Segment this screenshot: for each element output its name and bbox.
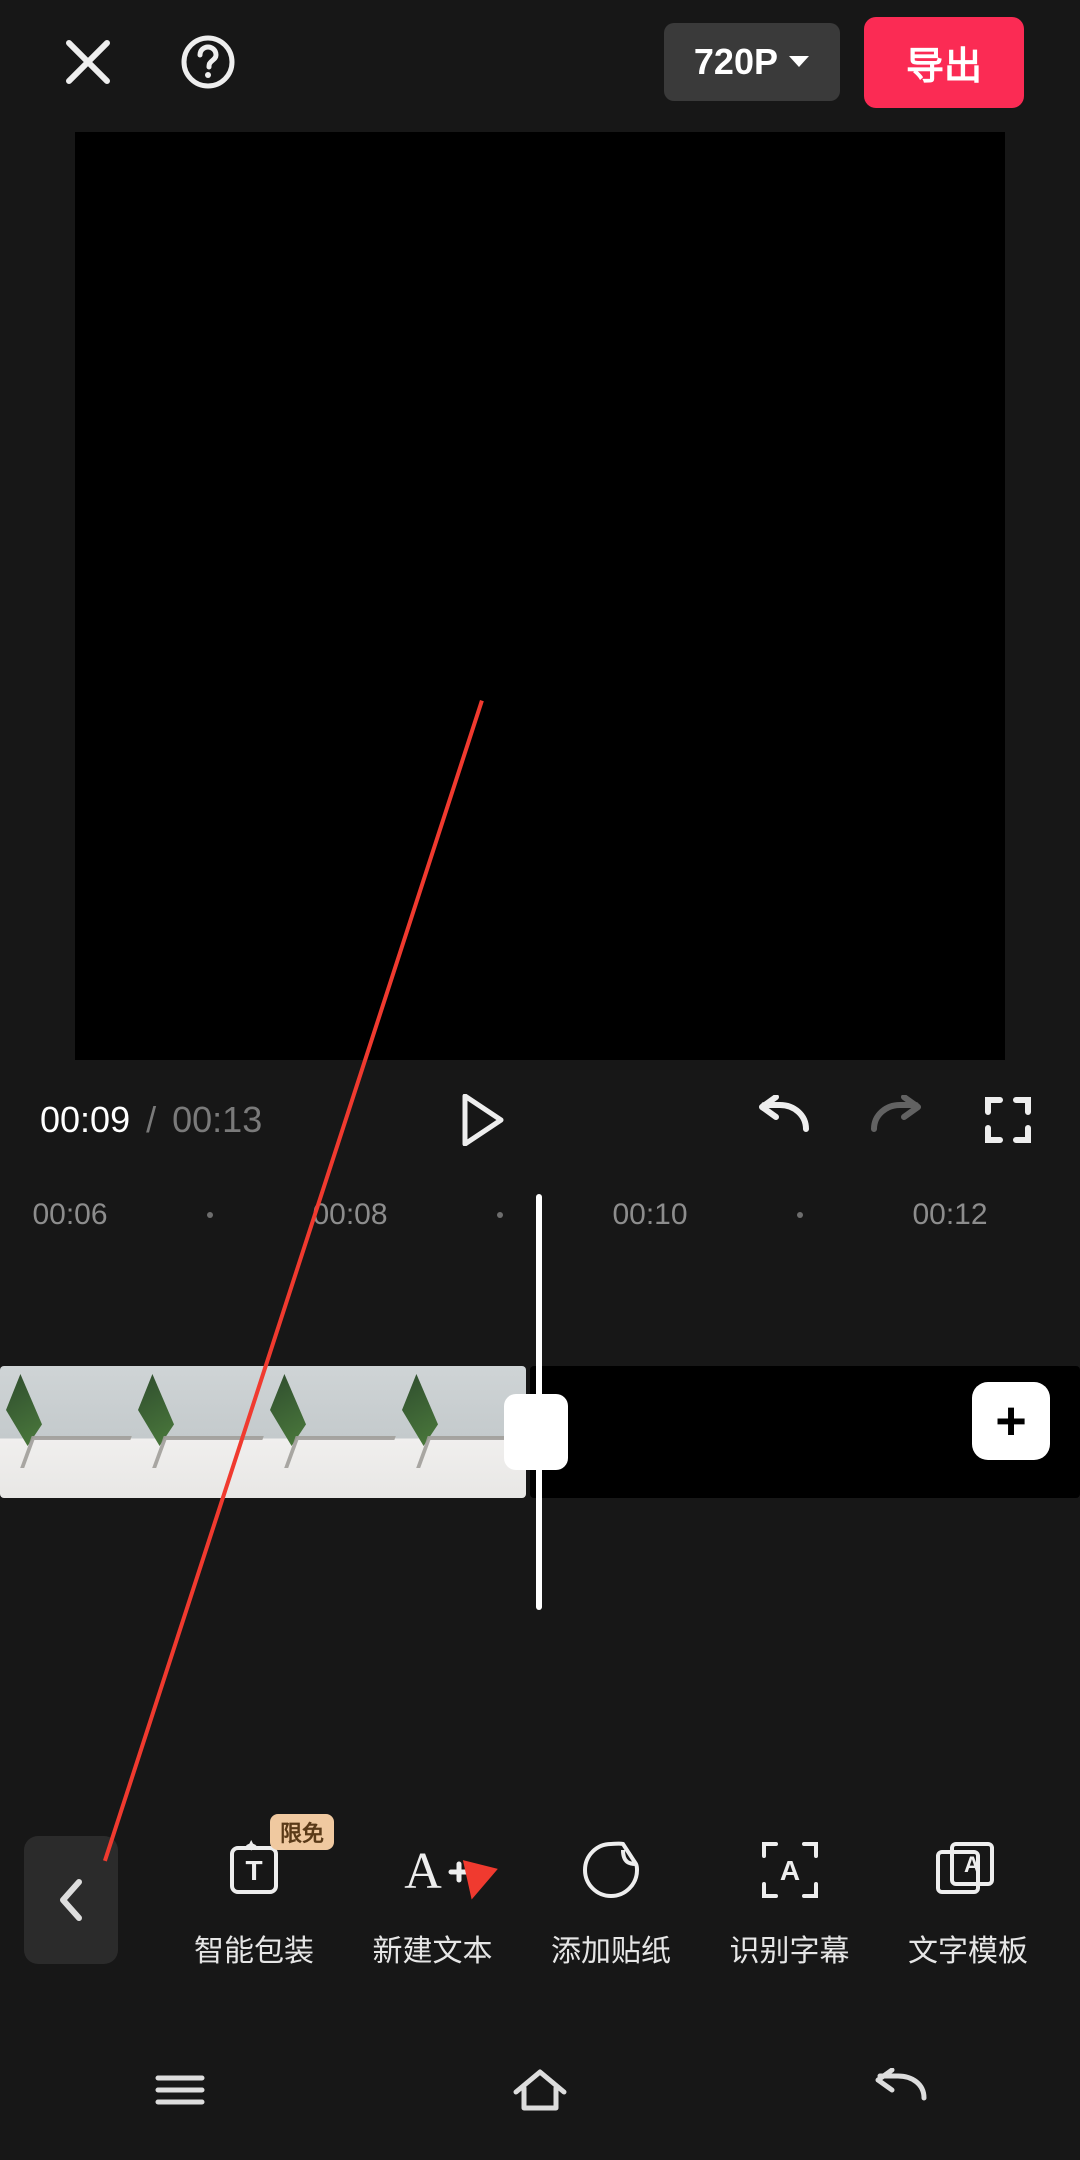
play-button[interactable] bbox=[451, 1088, 515, 1152]
svg-text:A: A bbox=[779, 1855, 799, 1886]
tool-auto-caption[interactable]: A 识别字幕 bbox=[702, 1830, 878, 1970]
tool-new-text[interactable]: A 新建文本 bbox=[345, 1830, 521, 1970]
ruler-label: 00:10 bbox=[612, 1198, 687, 1232]
help-icon bbox=[181, 35, 235, 89]
tool-label: 新建文本 bbox=[373, 1926, 493, 1970]
resolution-label: 720P bbox=[694, 41, 778, 83]
top-bar: 720P 导出 bbox=[0, 0, 1080, 124]
caption-scan-icon: A bbox=[758, 1830, 822, 1910]
svg-text:A: A bbox=[404, 1843, 442, 1900]
tool-label: 添加贴纸 bbox=[551, 1926, 671, 1970]
video-preview[interactable] bbox=[75, 132, 1005, 1060]
plus-icon: + bbox=[995, 1390, 1027, 1452]
ruler-label: 00:06 bbox=[32, 1198, 107, 1232]
ruler-dot bbox=[797, 1212, 803, 1218]
ruler-label: 00:12 bbox=[912, 1198, 987, 1232]
clip-thumbnail bbox=[0, 1366, 132, 1498]
fullscreen-icon bbox=[984, 1096, 1032, 1144]
add-clip-button[interactable]: + bbox=[972, 1382, 1050, 1460]
nav-back-button[interactable] bbox=[840, 2050, 960, 2130]
ruler-dot bbox=[497, 1212, 503, 1218]
text-template-icon: A bbox=[934, 1830, 1002, 1910]
export-button[interactable]: 导出 bbox=[864, 17, 1024, 108]
time-display: 00:09 / 00:13 bbox=[40, 1099, 262, 1141]
tool-row: 限免 T 智能包装 A 新建文本 添加贴纸 A bbox=[0, 1800, 1080, 2000]
tool-add-sticker[interactable]: 添加贴纸 bbox=[523, 1830, 699, 1970]
undo-button[interactable] bbox=[752, 1088, 816, 1152]
back-icon bbox=[870, 2068, 930, 2112]
help-button[interactable] bbox=[176, 30, 240, 94]
menu-icon bbox=[152, 2070, 208, 2110]
tool-label: 智能包装 bbox=[194, 1926, 314, 1970]
clip-thumbnail bbox=[264, 1366, 396, 1498]
badge-free: 限免 bbox=[270, 1814, 334, 1850]
svg-text:T: T bbox=[245, 1855, 262, 1886]
close-icon bbox=[63, 37, 113, 87]
close-button[interactable] bbox=[56, 30, 120, 94]
redo-icon bbox=[868, 1095, 924, 1145]
nav-recent-button[interactable] bbox=[120, 2050, 240, 2130]
tool-label: 文字模板 bbox=[908, 1926, 1028, 1970]
video-clip[interactable] bbox=[0, 1366, 526, 1498]
transition-handle[interactable] bbox=[504, 1394, 568, 1470]
svg-text:A: A bbox=[964, 1852, 980, 1877]
sticker-icon bbox=[581, 1830, 641, 1910]
ruler-label: 00:08 bbox=[312, 1198, 387, 1232]
chevron-down-icon bbox=[788, 55, 810, 69]
resolution-select[interactable]: 720P bbox=[664, 23, 840, 101]
duration: 00:13 bbox=[172, 1099, 262, 1140]
nav-home-button[interactable] bbox=[480, 2050, 600, 2130]
system-nav-bar bbox=[0, 2020, 1080, 2160]
play-icon bbox=[461, 1094, 505, 1146]
a-plus-icon: A bbox=[397, 1830, 469, 1910]
redo-button[interactable] bbox=[864, 1088, 928, 1152]
export-label: 导出 bbox=[906, 46, 982, 88]
fullscreen-button[interactable] bbox=[976, 1088, 1040, 1152]
current-time: 00:09 bbox=[40, 1099, 130, 1140]
chevron-left-icon bbox=[57, 1878, 85, 1922]
home-icon bbox=[510, 2066, 570, 2114]
tool-smart-package[interactable]: 限免 T 智能包装 bbox=[166, 1830, 342, 1970]
transport-bar: 00:09 / 00:13 bbox=[0, 1060, 1080, 1180]
tool-text-template[interactable]: A 文字模板 bbox=[880, 1830, 1056, 1970]
ruler-dot bbox=[207, 1212, 213, 1218]
time-separator: / bbox=[146, 1099, 156, 1140]
undo-icon bbox=[756, 1095, 812, 1145]
tool-label: 识别字幕 bbox=[730, 1926, 850, 1970]
